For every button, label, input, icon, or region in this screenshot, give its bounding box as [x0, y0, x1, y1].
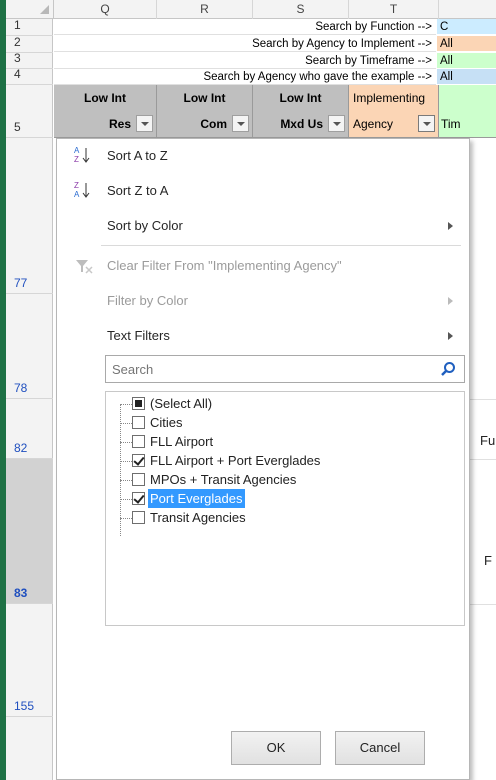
header-low-int-com: Low Int Com [157, 85, 253, 138]
menu-label: Text Filters [107, 328, 170, 343]
menu-item-text-filters[interactable]: Text Filters [57, 322, 469, 350]
search-value-timeframe[interactable]: All [437, 53, 496, 69]
clear-filter-icon [73, 252, 95, 280]
row-header[interactable]: 78 [6, 294, 53, 399]
column-header-bar: Q R S T [6, 0, 496, 19]
menu-item-sort-by-color[interactable]: Sort by Color [57, 212, 469, 240]
search-value-agency-example[interactable]: All [437, 69, 496, 85]
svg-text:A: A [74, 190, 80, 199]
menu-item-clear-filter: Clear Filter From "Implementing Agency" [57, 252, 469, 280]
header-line1: Implementing [353, 91, 426, 105]
filter-item-mpos-transit[interactable]: MPOs + Transit Agencies [106, 470, 456, 489]
column-header-s[interactable]: S [253, 0, 349, 19]
search-label-agency-implement: Search by Agency to Implement --> [54, 36, 436, 52]
filter-dropdown-button[interactable] [328, 115, 345, 132]
header-line2: Res [108, 117, 131, 131]
grid-line [470, 399, 496, 400]
row-header[interactable]: 77 [6, 138, 53, 294]
search-value-agency-implement[interactable]: All [437, 36, 496, 52]
filter-item-cities[interactable]: Cities [106, 413, 456, 432]
filter-item-fll-airport-port-everglades[interactable]: FLL Airport + Port Everglades [106, 451, 456, 470]
menu-label: Clear Filter From "Implementing Agency" [107, 258, 342, 273]
checkbox-partial[interactable] [132, 397, 145, 410]
menu-label: Sort A to Z [107, 148, 168, 163]
row-header[interactable]: 4 [6, 67, 53, 85]
search-value-function[interactable]: C [437, 19, 496, 35]
submenu-arrow-icon [448, 332, 453, 340]
header-line1: Low Int [183, 91, 226, 105]
svg-text:A: A [74, 146, 80, 155]
row-header[interactable]: 5 [6, 85, 53, 138]
header-low-int-res: Low Int Res [54, 85, 157, 138]
header-low-int-mxd-us: Low Int Mxd Us [253, 85, 349, 138]
checkbox-unchecked[interactable] [132, 435, 145, 448]
cell-partial-text: Fu [480, 433, 496, 448]
header-timeframe-partial: Tim [439, 85, 496, 138]
row-header[interactable]: 82 [6, 399, 53, 459]
cell-partial-text: F [484, 553, 492, 568]
grid-line [470, 604, 496, 605]
filter-item-select-all[interactable]: (Select All) [106, 394, 456, 413]
filter-item-port-everglades[interactable]: Port Everglades [106, 489, 456, 508]
search-icon [440, 361, 456, 377]
corner-triangle-icon [40, 5, 49, 14]
column-header-u[interactable] [439, 0, 496, 19]
header-line2: Agency [353, 117, 394, 131]
checkbox-unchecked[interactable] [132, 473, 145, 486]
search-label-timeframe: Search by Timeframe --> [54, 53, 436, 69]
menu-item-sort-za[interactable]: Z A Sort Z to A [57, 177, 469, 205]
select-all-corner[interactable] [6, 0, 54, 19]
header-implementing-agency: Implementing Agency [349, 85, 439, 138]
filter-item-fll-airport[interactable]: FLL Airport [106, 432, 456, 451]
search-label-function: Search by Function --> [54, 19, 436, 35]
autofilter-menu: A Z Sort A to Z Z A Sort Z to A Sort by … [56, 138, 470, 780]
checkbox-unchecked[interactable] [132, 416, 145, 429]
filter-item-label: MPOs + Transit Agencies [150, 472, 297, 487]
checkbox-checked[interactable] [132, 454, 145, 467]
header-line1: Low Int [279, 91, 322, 105]
column-header-q[interactable]: Q [54, 0, 157, 19]
search-label-agency-example: Search by Agency who gave the example --… [54, 69, 436, 85]
row-header[interactable]: 155 [6, 604, 53, 717]
header-line2: Tim [441, 117, 461, 131]
filter-item-label: Cities [150, 415, 183, 430]
menu-item-filter-by-color: Filter by Color [57, 287, 469, 315]
submenu-arrow-icon [448, 297, 453, 305]
checkbox-unchecked[interactable] [132, 511, 145, 524]
filter-item-label-highlighted: Port Everglades [148, 489, 245, 508]
filter-item-transit-agencies[interactable]: Transit Agencies [106, 508, 456, 527]
checkbox-checked[interactable] [132, 492, 145, 505]
header-line2: Mxd Us [280, 117, 323, 131]
svg-text:Z: Z [74, 155, 79, 164]
menu-label: Sort by Color [107, 218, 183, 233]
svg-text:Z: Z [74, 181, 79, 190]
header-line2: Com [200, 117, 227, 131]
filter-item-label: (Select All) [150, 396, 213, 411]
header-line1: Low Int [84, 91, 126, 105]
menu-separator [101, 245, 461, 246]
filter-item-label: FLL Airport [150, 434, 214, 449]
filter-item-label: FLL Airport + Port Everglades [150, 453, 321, 468]
ok-button[interactable]: OK [231, 731, 321, 765]
filter-item-label: Transit Agencies [150, 510, 246, 525]
sort-az-icon: A Z [73, 142, 95, 170]
menu-label: Sort Z to A [107, 183, 169, 198]
filter-search-box[interactable] [105, 355, 465, 383]
filter-dropdown-button[interactable] [136, 115, 153, 132]
row-header[interactable]: 1 [6, 18, 53, 36]
menu-item-sort-az[interactable]: A Z Sort A to Z [57, 142, 469, 170]
column-header-r[interactable]: R [157, 0, 253, 19]
filter-search-input[interactable] [106, 356, 426, 382]
submenu-arrow-icon [448, 222, 453, 230]
filter-dropdown-button[interactable] [232, 115, 249, 132]
sort-za-icon: Z A [73, 177, 95, 205]
column-header-t[interactable]: T [349, 0, 439, 19]
filter-value-list: (Select All) Cities FLL Airport FLL Airp… [105, 391, 465, 626]
menu-label: Filter by Color [107, 293, 188, 308]
grid-line [470, 459, 496, 460]
filter-dropdown-button-active[interactable] [418, 115, 435, 132]
cancel-button[interactable]: Cancel [335, 731, 425, 765]
row-header-selected[interactable]: 83 [6, 459, 53, 604]
